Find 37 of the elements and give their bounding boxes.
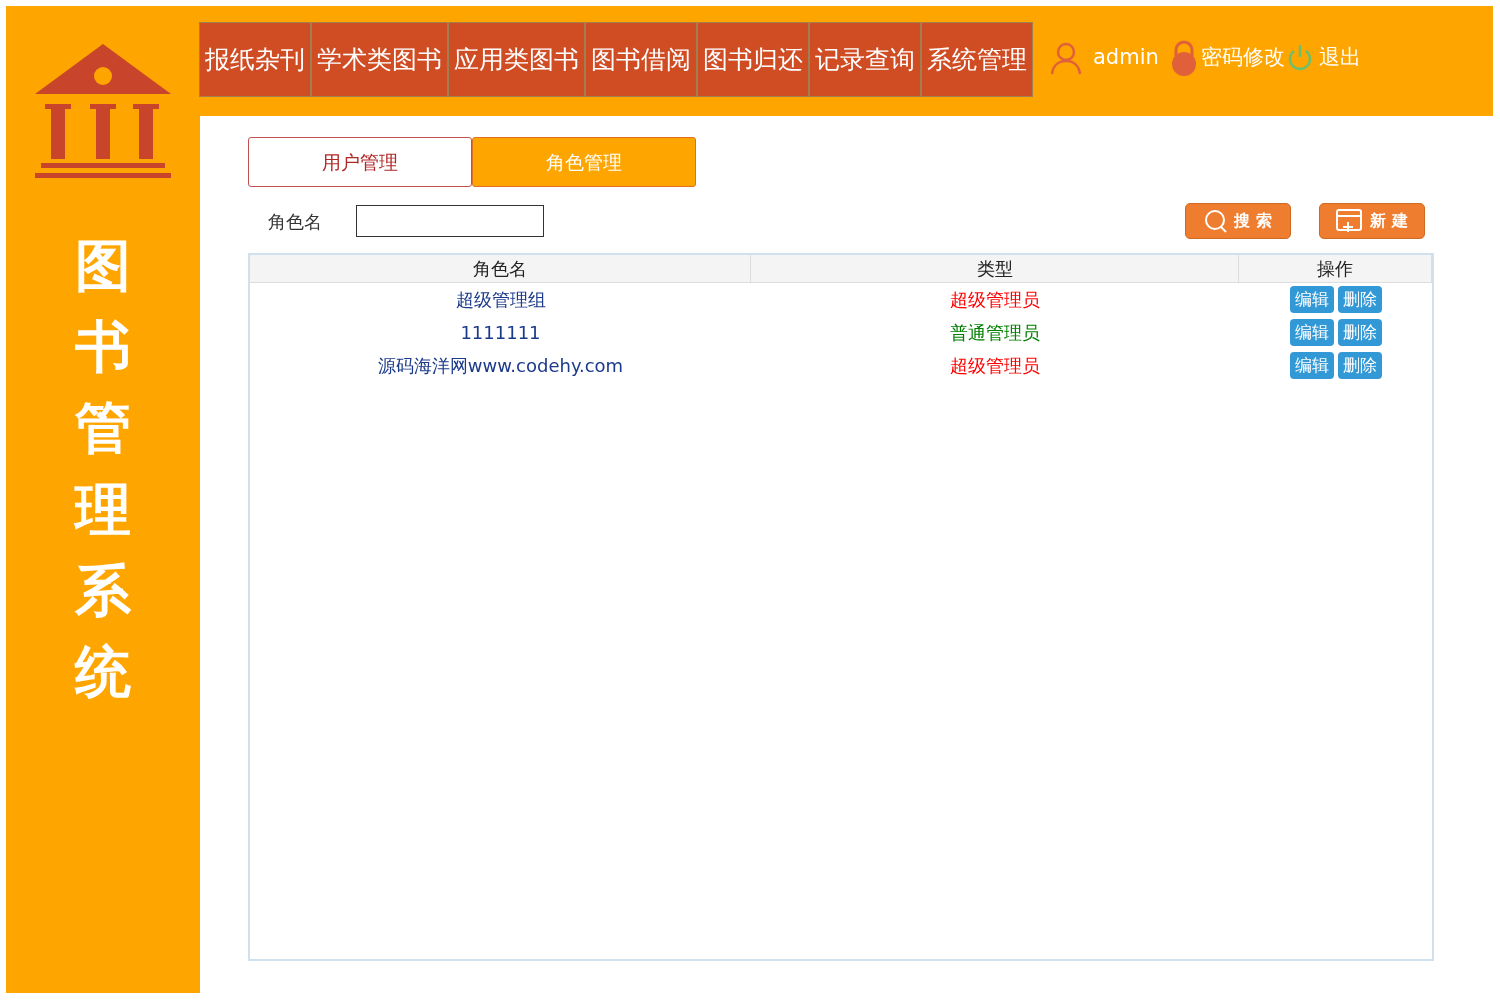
table-cell-text: 超级管理员	[949, 288, 1041, 312]
column-header: 类型	[751, 255, 1239, 283]
nav-tab[interactable]: 学术类图书	[311, 22, 448, 97]
nav-tab[interactable]: 图书归还	[697, 22, 809, 97]
building-icon	[34, 44, 171, 180]
delete-button[interactable]: 删除	[1337, 319, 1382, 346]
edit-button[interactable]: 编辑	[1289, 319, 1334, 346]
user-icon	[1049, 41, 1083, 75]
table-cell-text: 源码海洋网www.codehy.com	[376, 354, 625, 378]
tab[interactable]: 角色管理	[472, 137, 696, 187]
nav-tab[interactable]: 系统管理	[921, 22, 1033, 97]
edit-button[interactable]: 编辑	[1289, 286, 1334, 313]
search-button[interactable]: 搜 索	[1185, 203, 1291, 239]
add-form-icon	[1336, 209, 1365, 233]
nav-tab[interactable]: 图书借阅	[585, 22, 697, 97]
search-icon	[1204, 209, 1229, 233]
nav-tab[interactable]: 记录查询	[809, 22, 921, 97]
app-title: 图书管理系统	[74, 232, 131, 706]
power-icon	[1286, 44, 1313, 72]
table-cell-text: 1111111	[459, 321, 542, 345]
new-button[interactable]: 新 建	[1319, 203, 1425, 239]
table-cell-text: 超级管理员	[949, 354, 1041, 378]
username: admin	[1093, 44, 1159, 72]
edit-button[interactable]: 编辑	[1289, 352, 1334, 379]
role-name-field[interactable]	[356, 205, 544, 237]
column-header: 角色名	[250, 255, 751, 283]
nav-tab[interactable]: 报纸杂刊	[199, 22, 311, 97]
logout-link[interactable]: 退出	[1318, 42, 1361, 74]
filter-label: 角色名	[267, 209, 323, 234]
tab[interactable]: 用户管理	[248, 137, 472, 187]
column-header: 操作	[1239, 255, 1432, 283]
table-cell-text: 普通管理员	[949, 321, 1041, 345]
delete-button[interactable]: 删除	[1337, 352, 1382, 379]
nav-tab[interactable]: 应用类图书	[448, 22, 585, 97]
delete-button[interactable]: 删除	[1337, 286, 1382, 313]
table-cell-text: 超级管理组	[454, 288, 547, 312]
change-password-link[interactable]: 密码修改	[1200, 42, 1285, 74]
